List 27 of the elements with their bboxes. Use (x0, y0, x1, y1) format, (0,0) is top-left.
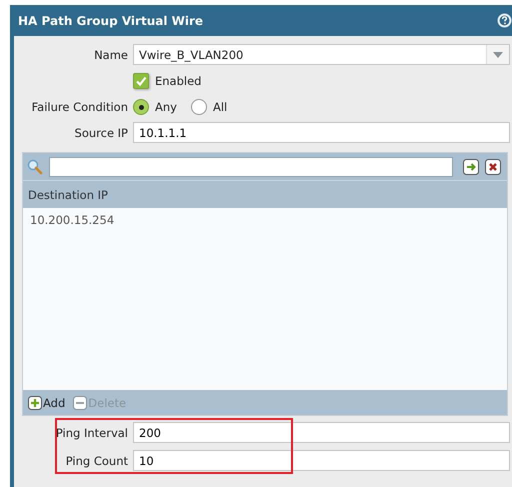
checkbox-label: Enabled (155, 74, 202, 88)
clear-filter-icon[interactable] (485, 158, 501, 174)
field-label: Failure Condition (30, 100, 129, 114)
minus-icon (73, 396, 88, 410)
field-label: Ping Count (64, 454, 129, 468)
plus-icon (28, 396, 42, 410)
window-title: HA Path Group Virtual Wire (18, 14, 204, 28)
radio-label: All (212, 100, 228, 114)
name-combo-box[interactable]: Vwire_B_VLAN200 (133, 44, 510, 65)
help-icon[interactable] (497, 13, 512, 28)
search-field[interactable] (49, 156, 453, 176)
column-header[interactable]: Destination IP (23, 188, 108, 202)
input-field[interactable]: 10 (133, 450, 510, 471)
radio-label: Any (155, 100, 177, 114)
apply-filter-icon[interactable] (463, 158, 479, 174)
table-cell-text: 10.200.15.254 (29, 213, 114, 227)
radio-button[interactable] (190, 99, 207, 115)
add-button[interactable]: Add (28, 396, 66, 410)
field-label: Name (93, 48, 129, 62)
enabled-checkbox[interactable] (133, 73, 149, 89)
dropdown-caret-icon[interactable] (493, 52, 503, 58)
field-label: Ping Interval (54, 426, 129, 440)
input-field[interactable]: 200 (133, 422, 510, 443)
search-icon (27, 158, 43, 174)
source-ip-field[interactable]: 10.1.1.1 (133, 122, 510, 143)
radio-button[interactable] (133, 99, 149, 115)
field-label: Source IP (74, 126, 129, 140)
